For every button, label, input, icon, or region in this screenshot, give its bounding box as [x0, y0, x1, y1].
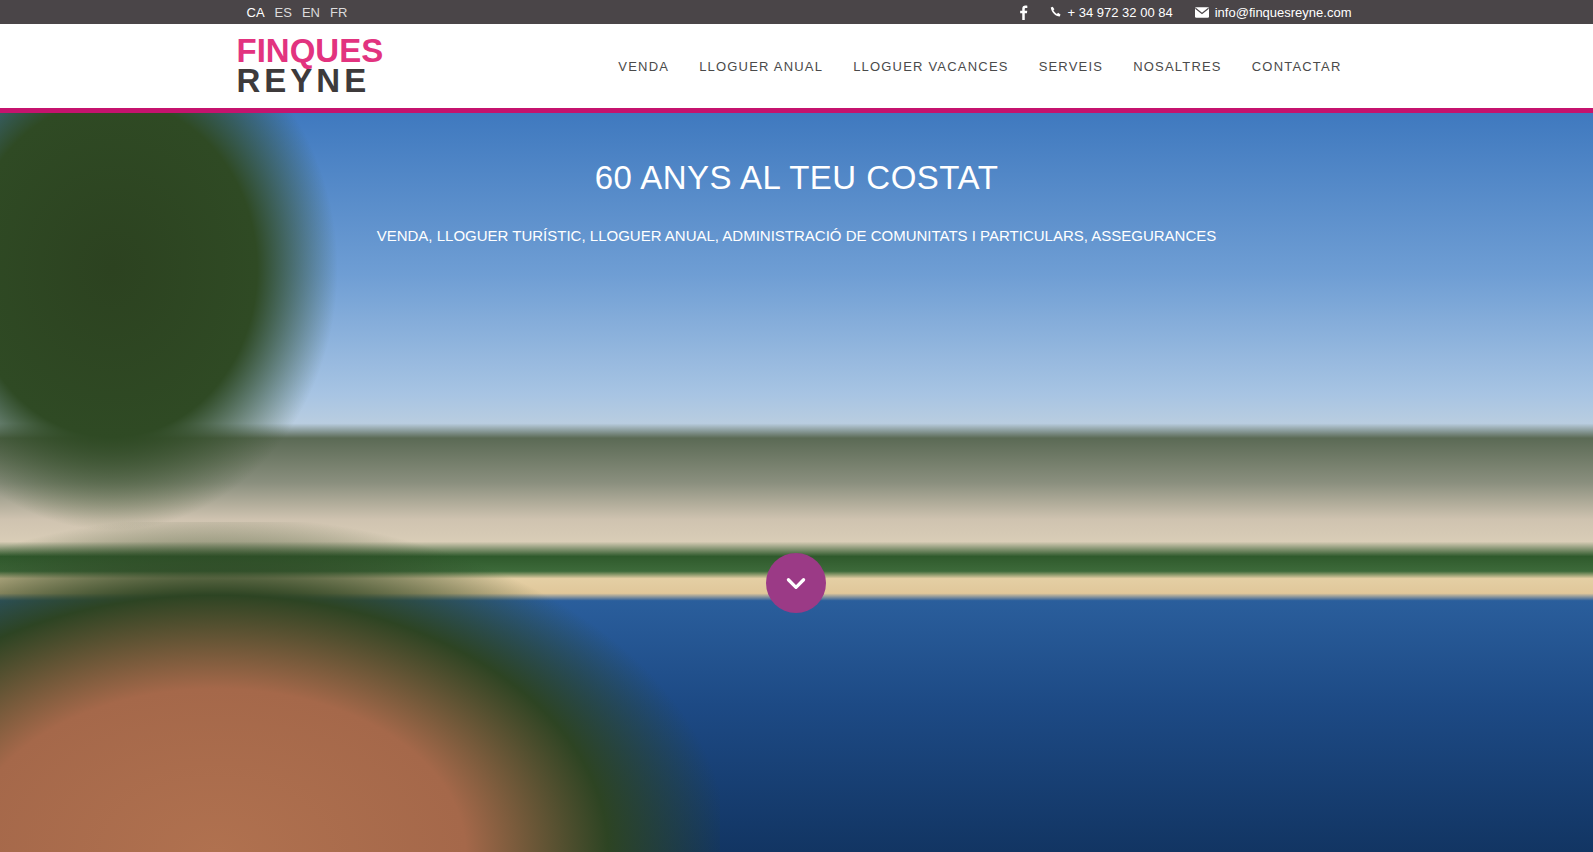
nav-item[interactable]: LLOGUER VACANCES: [853, 59, 1009, 74]
language-link[interactable]: ES: [275, 5, 292, 20]
logo[interactable]: FINQUESREYNE: [237, 36, 384, 95]
nav-item[interactable]: CONTACTAR: [1252, 59, 1342, 74]
contact-list: + 34 972 32 00 84 info@finquesreyne.com: [1019, 5, 1352, 20]
hero-title: 60 ANYS AL TEU COSTAT: [595, 159, 999, 197]
rocks-shape: [0, 522, 720, 852]
top-bar: CA ES EN FR + 34 972 32 00 84 info@finquesrey…: [0, 0, 1593, 24]
language-link[interactable]: FR: [330, 5, 347, 20]
hero-text: 60 ANYS AL TEU COSTAT VENDA, LLOGUER TURÍ…: [0, 113, 1593, 244]
phone-link[interactable]: + 34 972 32 00 84: [1050, 5, 1173, 20]
hero-subtitle: VENDA, LLOGUER TURÍSTIC, LLOGUER ANUAL, …: [377, 227, 1217, 244]
header: FINQUESREYNE VENDA LLOGUER ANUAL LLOGUER VA…: [0, 24, 1593, 113]
email-link[interactable]: info@finquesreyne.com: [1195, 5, 1352, 20]
chevron-down-icon: [783, 570, 809, 596]
language-link[interactable]: CA: [247, 5, 265, 20]
page: CA ES EN FR + 34 972 32 00 84 info@finquesrey…: [0, 0, 1593, 852]
email-address: info@finquesreyne.com: [1215, 5, 1352, 20]
tree-shape: [0, 113, 340, 533]
nav-item[interactable]: VENDA: [618, 59, 669, 74]
nav-item[interactable]: SERVEIS: [1039, 59, 1104, 74]
phone-number: + 34 972 32 00 84: [1068, 5, 1173, 20]
scroll-down-button[interactable]: [766, 553, 826, 613]
logo-line2: REYNE: [237, 66, 384, 96]
language-link[interactable]: EN: [302, 5, 320, 20]
nav-item[interactable]: NOSALTRES: [1133, 59, 1222, 74]
hero-photo: 60 ANYS AL TEU COSTAT VENDA, LLOGUER TURÍ…: [0, 113, 1593, 852]
language-list: CA ES EN FR: [247, 5, 348, 20]
facebook-icon[interactable]: [1019, 5, 1028, 20]
envelope-icon: [1195, 7, 1209, 18]
phone-icon: [1050, 6, 1062, 18]
main-nav: VENDA LLOGUER ANUAL LLOGUER VACANCES SERVEI…: [618, 59, 1341, 74]
nav-item[interactable]: LLOGUER ANUAL: [699, 59, 823, 74]
logo-line1: FINQUES: [237, 36, 384, 66]
